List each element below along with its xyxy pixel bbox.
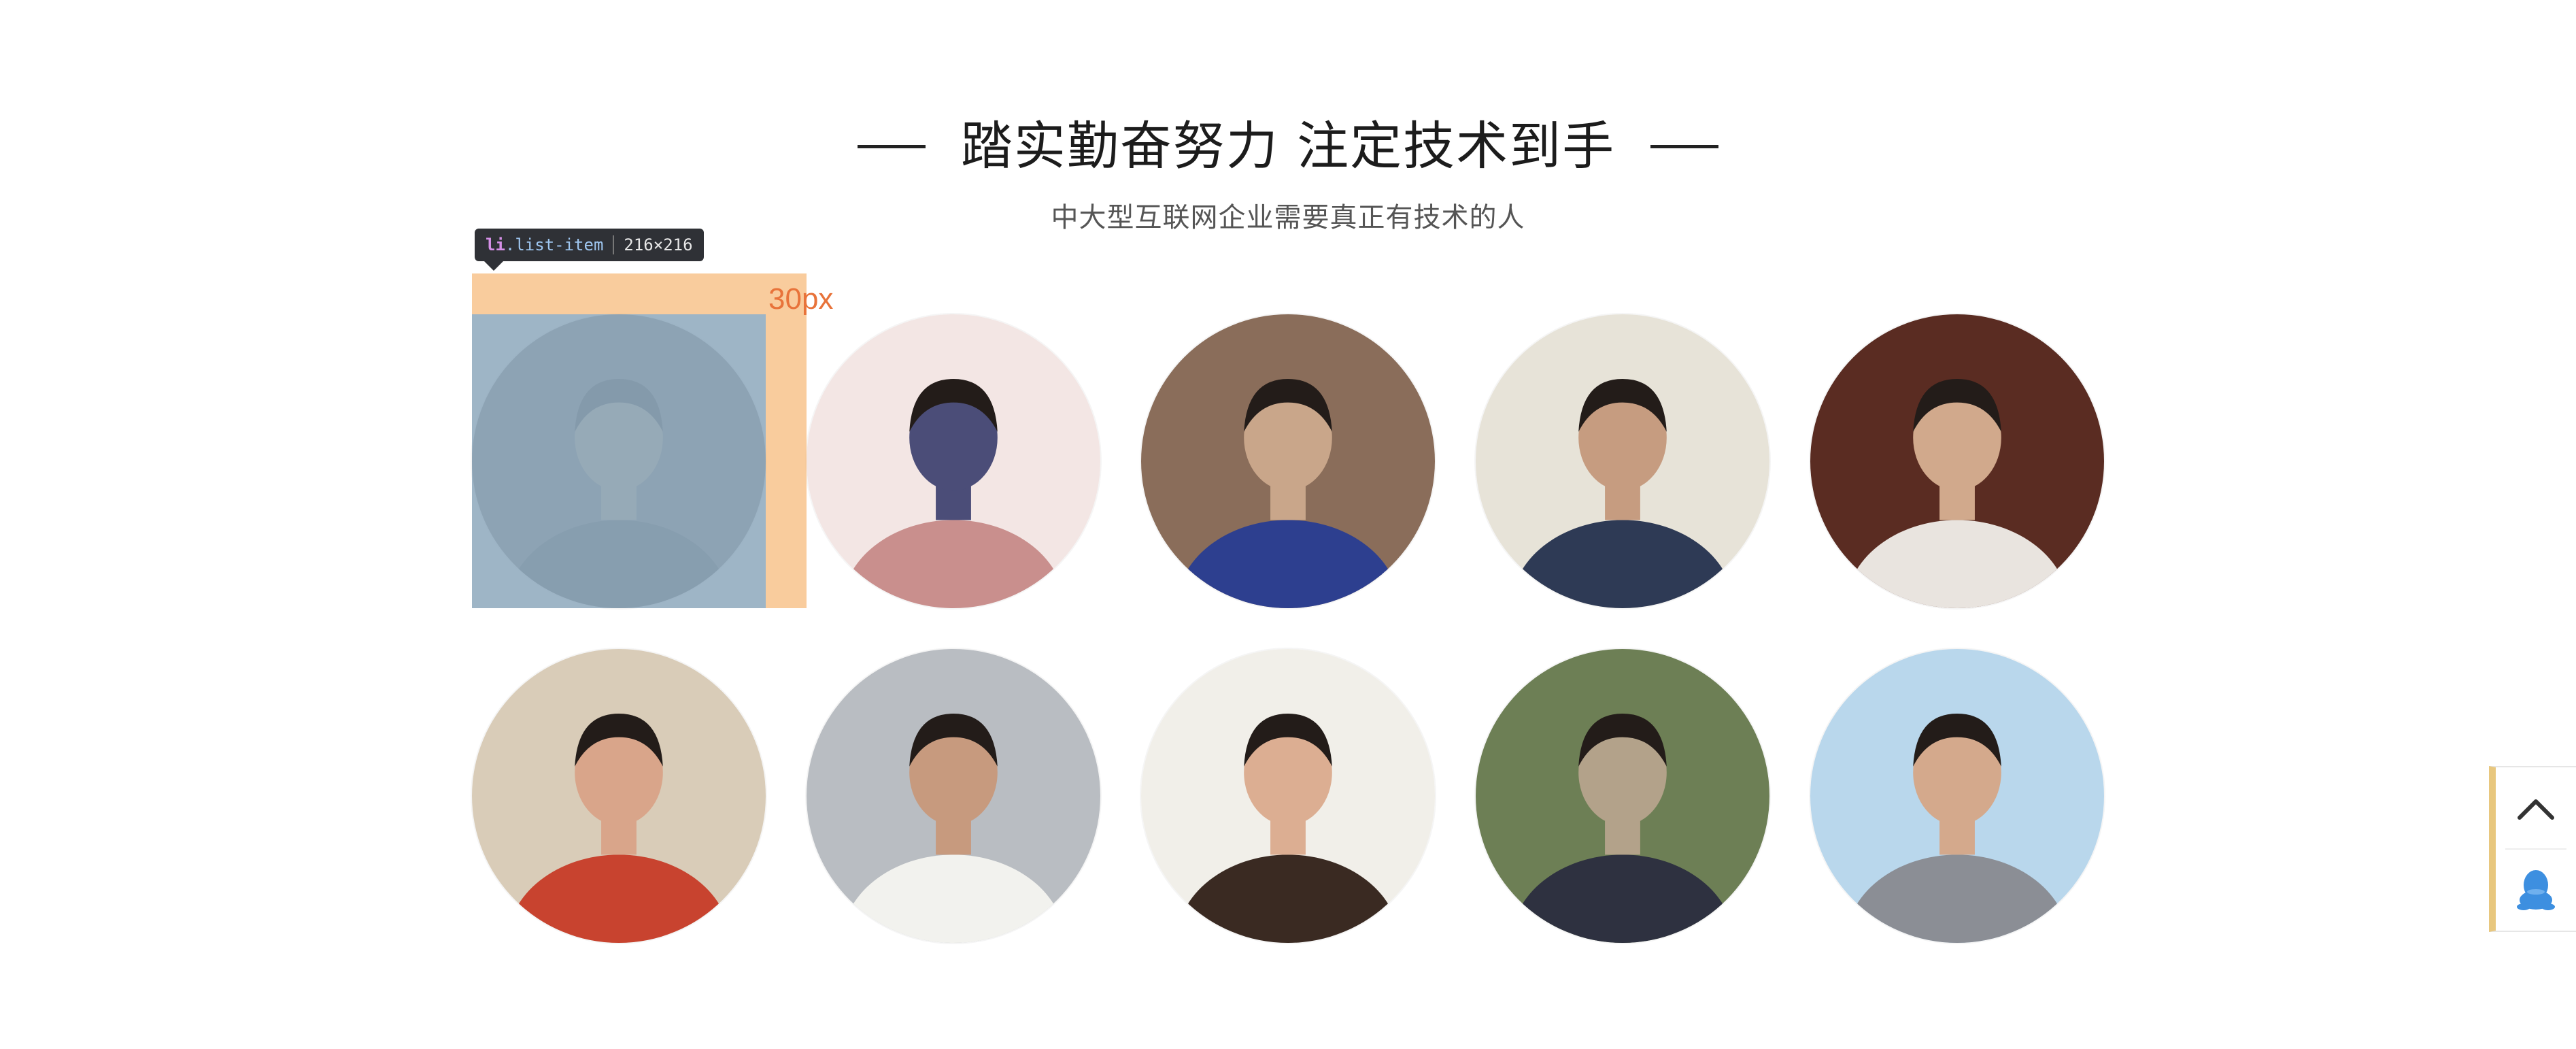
chevron-up-icon [2518,799,2554,820]
avatar-photo [1141,314,1435,608]
tooltip-class: .list-item [505,235,604,254]
devtools-margin-label: 30px [768,282,834,316]
avatar-list [0,0,2576,1049]
list-item-avatar-4[interactable] [1476,314,1769,608]
tooltip-tag: li [486,235,505,254]
list-item-avatar-1[interactable] [472,314,766,608]
list-item-avatar-2[interactable] [807,314,1100,608]
list-item-avatar-6[interactable] [472,649,766,943]
list-item-avatar-3[interactable] [1141,314,1435,608]
tooltip-separator [613,235,615,254]
back-to-top-button[interactable] [2496,767,2576,849]
list-item-avatar-8[interactable] [1141,649,1435,943]
avatar-photo [1810,314,2104,608]
qq-penguin-icon [2517,870,2555,910]
list-item-avatar-9[interactable] [1476,649,1769,943]
avatar-photo [807,649,1100,943]
avatar-photo [1476,314,1769,608]
floating-toolbar [2489,766,2576,932]
list-item-avatar-10[interactable] [1810,649,2104,943]
avatar-photo [472,314,766,608]
avatar-photo [472,649,766,943]
avatar-photo [1476,649,1769,943]
avatar-photo [807,314,1100,608]
avatar-photo [1141,649,1435,943]
avatar-photo [1810,649,2104,943]
list-item-avatar-5[interactable] [1810,314,2104,608]
page: 踏实勤奋努力 注定技术到手 中大型互联网企业需要真正有技术的人 30px li.… [0,0,2576,1049]
tooltip-size: 216×216 [624,235,693,254]
list-item-avatar-7[interactable] [807,649,1100,943]
devtools-element-tooltip: li.list-item 216×216 [475,229,704,271]
qq-contact-button[interactable] [2496,849,2576,931]
